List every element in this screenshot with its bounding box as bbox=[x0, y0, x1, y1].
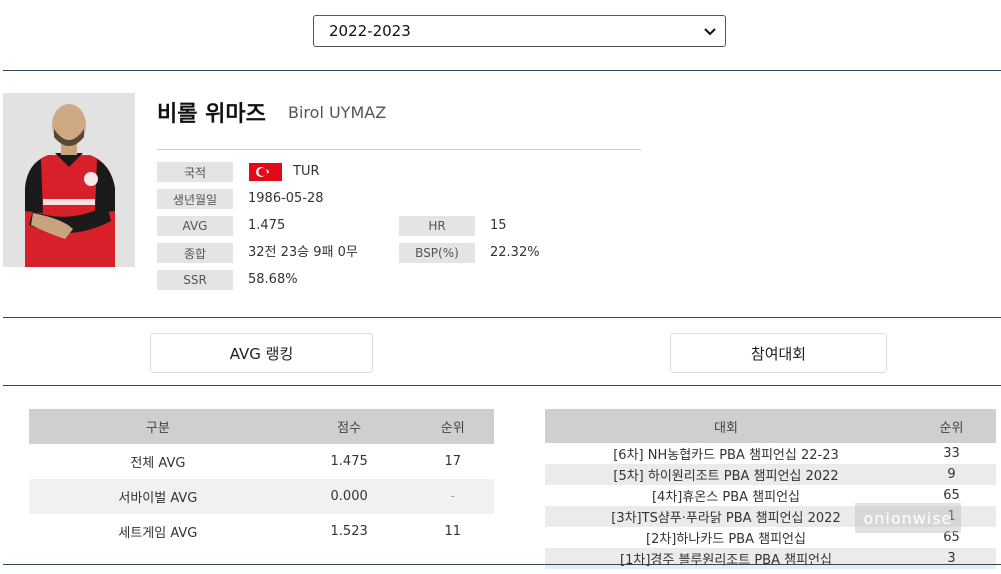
chevron-down-icon bbox=[704, 28, 716, 36]
turkey-flag-icon bbox=[249, 163, 282, 181]
tab-tournaments[interactable]: 참여대회 bbox=[670, 333, 887, 373]
record-value: 32전 23승 9패 0무 bbox=[248, 245, 358, 260]
score-cell: 1.523 bbox=[330, 524, 368, 539]
avg-label: AVG bbox=[157, 216, 233, 236]
birth-value: 1986-05-28 bbox=[248, 191, 324, 206]
tournament-name-cell: [4차]휴온스 PBA 챔피언십 bbox=[651, 490, 800, 505]
rank-cell: - bbox=[411, 479, 494, 514]
tournament-name-cell: [6차] NH농협카드 PBA 챔피언십 22-23 bbox=[613, 448, 839, 463]
table-row: 세트게임 AVG 1.523 11 bbox=[29, 514, 494, 549]
tournament-rank-cell: 9 bbox=[907, 464, 996, 485]
tournament-rank-cell: 3 bbox=[907, 548, 996, 569]
score-cell: 0.000 bbox=[286, 479, 412, 514]
table-row[interactable]: [6차] NH농협카드 PBA 챔피언십 22-23 33 bbox=[545, 443, 996, 464]
tournament-name-cell: [5차] 하이원리조트 PBA 챔피언십 2022 bbox=[545, 464, 907, 485]
nationality-value: TUR bbox=[293, 164, 320, 179]
player-name-ko: 비롤 위마즈 bbox=[157, 102, 266, 127]
category-cell: 세트게임 AVG bbox=[118, 526, 198, 541]
tournament-name-cell: [3차]TS샴푸·푸라닭 PBA 챔피언십 2022 bbox=[545, 506, 907, 527]
divider bbox=[3, 70, 1001, 71]
rank-cell: 11 bbox=[444, 524, 462, 539]
season-select-value: 2022-2023 bbox=[329, 22, 411, 40]
column-header: 점수 bbox=[286, 409, 412, 444]
record-label: 종합 bbox=[157, 243, 233, 263]
name-divider bbox=[157, 149, 641, 150]
birth-label: 생년월일 bbox=[157, 189, 233, 209]
avg-ranking-table: 구분 점수 순위 전체 AVG 1.475 17 서바이벌 AVG 0.000 … bbox=[29, 409, 494, 549]
watermark: onionwise bbox=[855, 503, 961, 533]
tournament-rank-cell: 33 bbox=[943, 446, 960, 461]
category-cell: 전체 AVG bbox=[130, 456, 186, 471]
divider bbox=[3, 564, 1001, 565]
tournament-name-cell: [2차]하나카드 PBA 챔피언십 bbox=[646, 532, 806, 547]
category-cell: 서바이벌 AVG bbox=[29, 479, 287, 514]
tournaments-table: 대회 순위 [6차] NH농협카드 PBA 챔피언십 22-23 33 [5차]… bbox=[545, 409, 996, 569]
column-header: 구분 bbox=[29, 409, 287, 444]
divider bbox=[3, 317, 1001, 318]
player-illustration bbox=[3, 93, 135, 267]
divider bbox=[3, 385, 1001, 386]
ssr-label: SSR bbox=[157, 270, 233, 290]
table-row[interactable]: [5차] 하이원리조트 PBA 챔피언십 2022 9 bbox=[545, 464, 996, 485]
column-header: 순위 bbox=[411, 409, 494, 444]
bsp-value: 22.32% bbox=[490, 245, 540, 260]
table-row: 서바이벌 AVG 0.000 - bbox=[29, 479, 494, 514]
tab-avg-ranking[interactable]: AVG 랭킹 bbox=[150, 333, 373, 373]
table-header-row: 대회 순위 bbox=[545, 409, 996, 443]
table-row: 전체 AVG 1.475 17 bbox=[29, 444, 494, 479]
table-header-row: 구분 점수 순위 bbox=[29, 409, 494, 444]
bsp-label: BSP(%) bbox=[399, 243, 475, 263]
column-header: 순위 bbox=[907, 409, 996, 443]
ssr-value: 58.68% bbox=[248, 272, 298, 287]
score-cell: 1.475 bbox=[330, 454, 368, 469]
player-photo bbox=[3, 93, 135, 267]
tournament-name-cell: [1차]경주 블루원리조트 PBA 챔피언십 bbox=[545, 548, 907, 569]
table-row[interactable]: [1차]경주 블루원리조트 PBA 챔피언십 3 bbox=[545, 548, 996, 569]
player-name-en: Birol UYMAZ bbox=[288, 103, 387, 122]
column-header: 대회 bbox=[545, 409, 907, 443]
rank-cell: 17 bbox=[444, 454, 462, 469]
hr-value: 15 bbox=[490, 218, 507, 233]
hr-label: HR bbox=[399, 216, 475, 236]
season-select[interactable]: 2022-2023 bbox=[313, 15, 726, 47]
avg-value: 1.475 bbox=[248, 218, 286, 233]
nationality-label: 국적 bbox=[157, 162, 233, 182]
